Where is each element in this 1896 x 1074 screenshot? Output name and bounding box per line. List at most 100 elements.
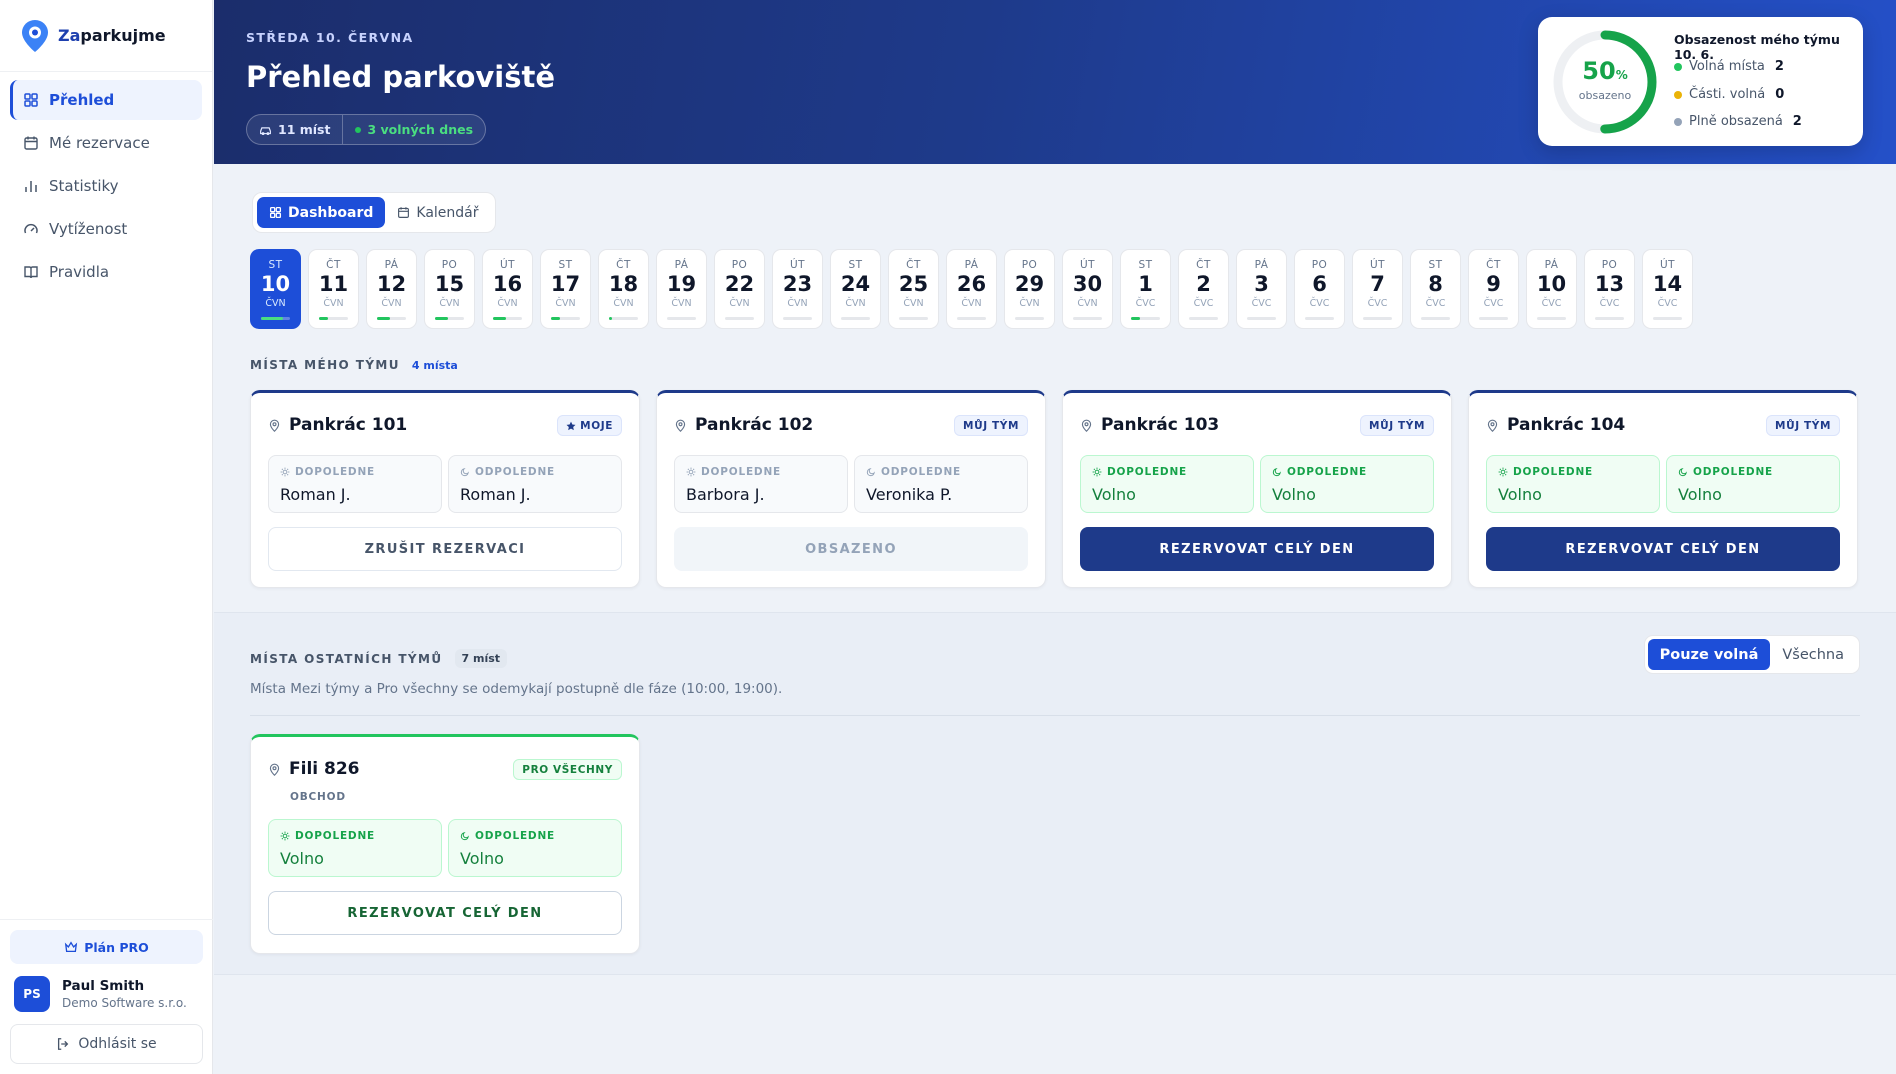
- sun-icon: [1092, 467, 1102, 477]
- day-number: 2: [1196, 272, 1211, 296]
- moon-icon: [866, 468, 875, 477]
- date-chip[interactable]: ČT 2 ČVC: [1178, 249, 1229, 329]
- day-weekday: PÁ: [674, 259, 689, 271]
- date-chip[interactable]: ST 17 ČVN: [540, 249, 591, 329]
- date-chip[interactable]: PÁ 26 ČVN: [946, 249, 997, 329]
- user-company: Demo Software s.r.o.: [62, 996, 187, 1010]
- sidebar-item-prehled[interactable]: Přehled: [10, 80, 202, 120]
- day-month: ČVN: [729, 298, 750, 309]
- slot-afternoon[interactable]: ODPOLEDNE Volno: [448, 819, 622, 877]
- star-icon: [566, 421, 576, 430]
- slot-label: DOPOLEDNE: [280, 830, 375, 842]
- slot-morning[interactable]: DOPOLEDNE Volno: [1080, 455, 1254, 513]
- date-chip[interactable]: PÁ 12 ČVN: [366, 249, 417, 329]
- view-tabs: Dashboard Kalendář: [252, 192, 496, 233]
- moon-icon: [460, 832, 469, 841]
- date-chip[interactable]: PO 22 ČVN: [714, 249, 765, 329]
- slot-morning[interactable]: DOPOLEDNE Volno: [1486, 455, 1660, 513]
- day-weekday: ST: [268, 259, 283, 271]
- grid-icon: [24, 93, 38, 107]
- occupancy-card: 50% obsazeno Obsazenost mého týmu 10. 6.…: [1538, 17, 1863, 146]
- day-month: ČVN: [439, 298, 460, 309]
- slot-morning[interactable]: DOPOLEDNE Volno: [268, 819, 442, 877]
- date-chip[interactable]: PÁ 19 ČVN: [656, 249, 707, 329]
- slot-morning[interactable]: DOPOLEDNE Roman J.: [268, 455, 442, 513]
- tab-calendar[interactable]: Kalendář: [385, 197, 490, 228]
- slot-afternoon[interactable]: ODPOLEDNE Roman J.: [448, 455, 622, 513]
- sidebar-item-me-rezervace[interactable]: Mé rezervace: [10, 123, 202, 163]
- sidebar-item-statistiky[interactable]: Statistiky: [10, 166, 202, 206]
- slot-afternoon[interactable]: ODPOLEDNE Veronika P.: [854, 455, 1028, 513]
- sun-icon: [280, 831, 290, 841]
- plan-badge[interactable]: Plán PRO: [10, 930, 203, 964]
- spot-card: Pankrác 102 MŮJ TÝM DOPOLEDNE Barbora J.…: [656, 390, 1046, 588]
- date-chip[interactable]: ST 10 ČVN: [250, 249, 301, 329]
- user-profile[interactable]: PS Paul Smith Demo Software s.r.o.: [10, 964, 203, 1024]
- date-chip[interactable]: ČT 11 ČVN: [308, 249, 359, 329]
- reserve-full-day-button[interactable]: REZERVOVAT CELÝ DEN: [1080, 527, 1434, 571]
- occupancy-bar: [1363, 317, 1392, 320]
- slot-morning[interactable]: DOPOLEDNE Barbora J.: [674, 455, 848, 513]
- date-chip[interactable]: ÚT 7 ČVC: [1352, 249, 1403, 329]
- slot-afternoon[interactable]: ODPOLEDNE Volno: [1260, 455, 1434, 513]
- date-chip[interactable]: PÁ 3 ČVC: [1236, 249, 1287, 329]
- day-number: 26: [956, 272, 987, 296]
- logout-button[interactable]: Odhlásit se: [10, 1024, 203, 1064]
- day-weekday: ČT: [616, 259, 631, 271]
- day-month: ČVN: [961, 298, 982, 309]
- date-chip[interactable]: ČT 25 ČVN: [888, 249, 939, 329]
- date-chip[interactable]: ST 8 ČVC: [1410, 249, 1461, 329]
- occupancy-bar: [1479, 317, 1508, 320]
- date-chip[interactable]: ST 24 ČVN: [830, 249, 881, 329]
- badge-label: MOJE: [580, 419, 613, 432]
- filter-free-only[interactable]: Pouze volná: [1647, 639, 1771, 670]
- spot-name: Pankrác 101: [289, 415, 408, 435]
- calendar-icon: [398, 207, 410, 218]
- slot-value: Veronika P.: [866, 485, 953, 504]
- date-chip[interactable]: ÚT 23 ČVN: [772, 249, 823, 329]
- spot-name: Pankrác 103: [1101, 415, 1220, 435]
- occupancy-bar: [1189, 317, 1218, 320]
- date-chip[interactable]: PO 13 ČVC: [1584, 249, 1635, 329]
- date-chip[interactable]: PO 6 ČVC: [1294, 249, 1345, 329]
- sidebar-item-vytizenost[interactable]: Vytíženost: [10, 209, 202, 249]
- tab-dashboard[interactable]: Dashboard: [257, 197, 386, 228]
- filter-all[interactable]: Všechna: [1770, 639, 1856, 670]
- day-number: 17: [550, 272, 581, 296]
- logo[interactable]: Zaparkujme: [0, 0, 212, 72]
- chip-free-label: 3 volných dnes: [367, 122, 474, 137]
- day-number: 12: [376, 272, 407, 296]
- sidebar-item-pravidla[interactable]: Pravidla: [10, 252, 202, 292]
- reserve-full-day-button[interactable]: REZERVOVAT CELÝ DEN: [268, 891, 622, 935]
- date-chip[interactable]: ČT 9 ČVC: [1468, 249, 1519, 329]
- occupancy-bar-fill: [1131, 317, 1140, 320]
- slot-label: ODPOLEDNE: [1272, 466, 1367, 478]
- date-chip[interactable]: PO 29 ČVN: [1004, 249, 1055, 329]
- occupancy-bar: [377, 317, 406, 320]
- day-month: ČVN: [613, 298, 634, 309]
- occupancy-row-free: Volná místa 2: [1674, 59, 1784, 74]
- cancel-reservation-button[interactable]: ZRUŠIT REZERVACI: [268, 527, 622, 571]
- reserve-full-day-button[interactable]: REZERVOVAT CELÝ DEN: [1486, 527, 1840, 571]
- spot-team: OBCHOD: [290, 791, 346, 803]
- day-number: 29: [1014, 272, 1045, 296]
- day-number: 10: [1536, 272, 1567, 296]
- spot-title: Pankrác 101: [268, 415, 407, 435]
- crown-icon: [65, 941, 78, 953]
- date-chip[interactable]: PO 15 ČVN: [424, 249, 475, 329]
- slot-afternoon[interactable]: ODPOLEDNE Volno: [1666, 455, 1840, 513]
- date-chip[interactable]: ÚT 30 ČVN: [1062, 249, 1113, 329]
- date-chip[interactable]: ST 1 ČVC: [1120, 249, 1171, 329]
- day-number: 23: [782, 272, 813, 296]
- date-chip[interactable]: ÚT 16 ČVN: [482, 249, 533, 329]
- day-month: ČVN: [555, 298, 576, 309]
- date-chip[interactable]: ČT 18 ČVN: [598, 249, 649, 329]
- map-pin-icon: [1081, 419, 1092, 432]
- day-month: ČVN: [1019, 298, 1040, 309]
- date-chip[interactable]: ÚT 14 ČVC: [1642, 249, 1693, 329]
- slot-value: Roman J.: [460, 485, 531, 504]
- occupancy-bar-fill: [261, 317, 283, 320]
- day-month: ČVN: [497, 298, 518, 309]
- slot-label: ODPOLEDNE: [460, 466, 555, 478]
- date-chip[interactable]: PÁ 10 ČVC: [1526, 249, 1577, 329]
